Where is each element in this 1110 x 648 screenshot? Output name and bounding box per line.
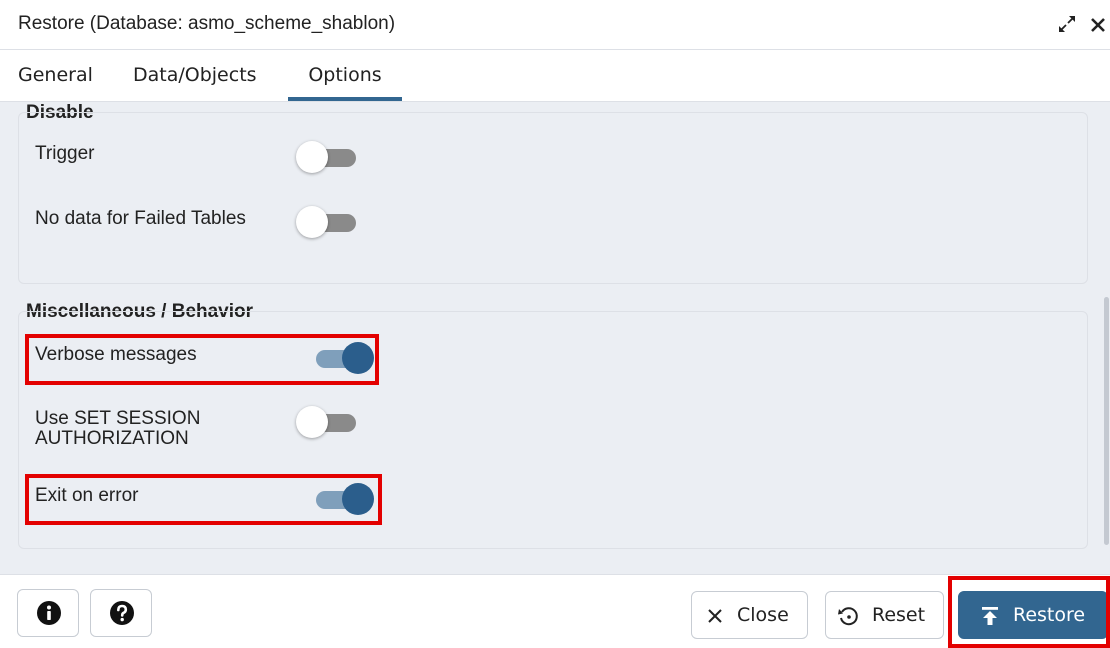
- restore-dialog: Restore (Database: asmo_scheme_shablon) …: [0, 0, 1110, 648]
- toggle-verbose-messages[interactable]: [308, 340, 374, 376]
- toggle-no-data-failed-tables[interactable]: [296, 204, 362, 240]
- tab-data-objects[interactable]: Data/Objects: [133, 51, 257, 101]
- close-button-label: Close: [737, 604, 789, 626]
- close-icon[interactable]: [1086, 12, 1110, 36]
- info-icon: [37, 601, 61, 625]
- reset-button-label: Reset: [872, 604, 926, 626]
- help-icon: [110, 601, 134, 625]
- restore-button[interactable]: Restore: [958, 591, 1108, 639]
- close-x-icon: [708, 609, 722, 623]
- row-label-trigger: Trigger: [35, 143, 95, 164]
- toggle-trigger[interactable]: [296, 139, 362, 175]
- reset-icon: [838, 607, 858, 626]
- tab-options[interactable]: Options: [288, 51, 402, 101]
- row-label-set-session-authorization: Use SET SESSION AUTHORIZATION: [35, 408, 201, 449]
- dialog-titlebar: Restore (Database: asmo_scheme_shablon): [0, 0, 1110, 50]
- info-button[interactable]: [17, 589, 79, 637]
- expand-icon[interactable]: [1055, 12, 1079, 36]
- tab-general[interactable]: General: [18, 51, 93, 101]
- toggle-set-session-authorization[interactable]: [296, 404, 362, 440]
- reset-button[interactable]: Reset: [825, 591, 944, 639]
- close-button[interactable]: Close: [691, 591, 808, 639]
- dialog-title: Restore (Database: asmo_scheme_shablon): [18, 13, 396, 34]
- restore-button-label: Restore: [1013, 604, 1086, 626]
- row-label-exit-on-error: Exit on error: [35, 485, 139, 506]
- toggle-exit-on-error[interactable]: [308, 481, 374, 517]
- group-box-disable: [18, 112, 1088, 284]
- row-label-no-data-failed-tables: No data for Failed Tables: [35, 208, 246, 229]
- scrollbar[interactable]: [1104, 297, 1109, 545]
- options-panel: Disable Trigger No data for Failed Table…: [0, 102, 1110, 574]
- dialog-footer: Close Reset Restore: [0, 574, 1110, 648]
- help-button[interactable]: [90, 589, 152, 637]
- restore-upload-icon: [982, 607, 998, 625]
- tab-bar: General Data/Objects Options: [0, 51, 1110, 102]
- row-label-verbose-messages: Verbose messages: [35, 344, 197, 365]
